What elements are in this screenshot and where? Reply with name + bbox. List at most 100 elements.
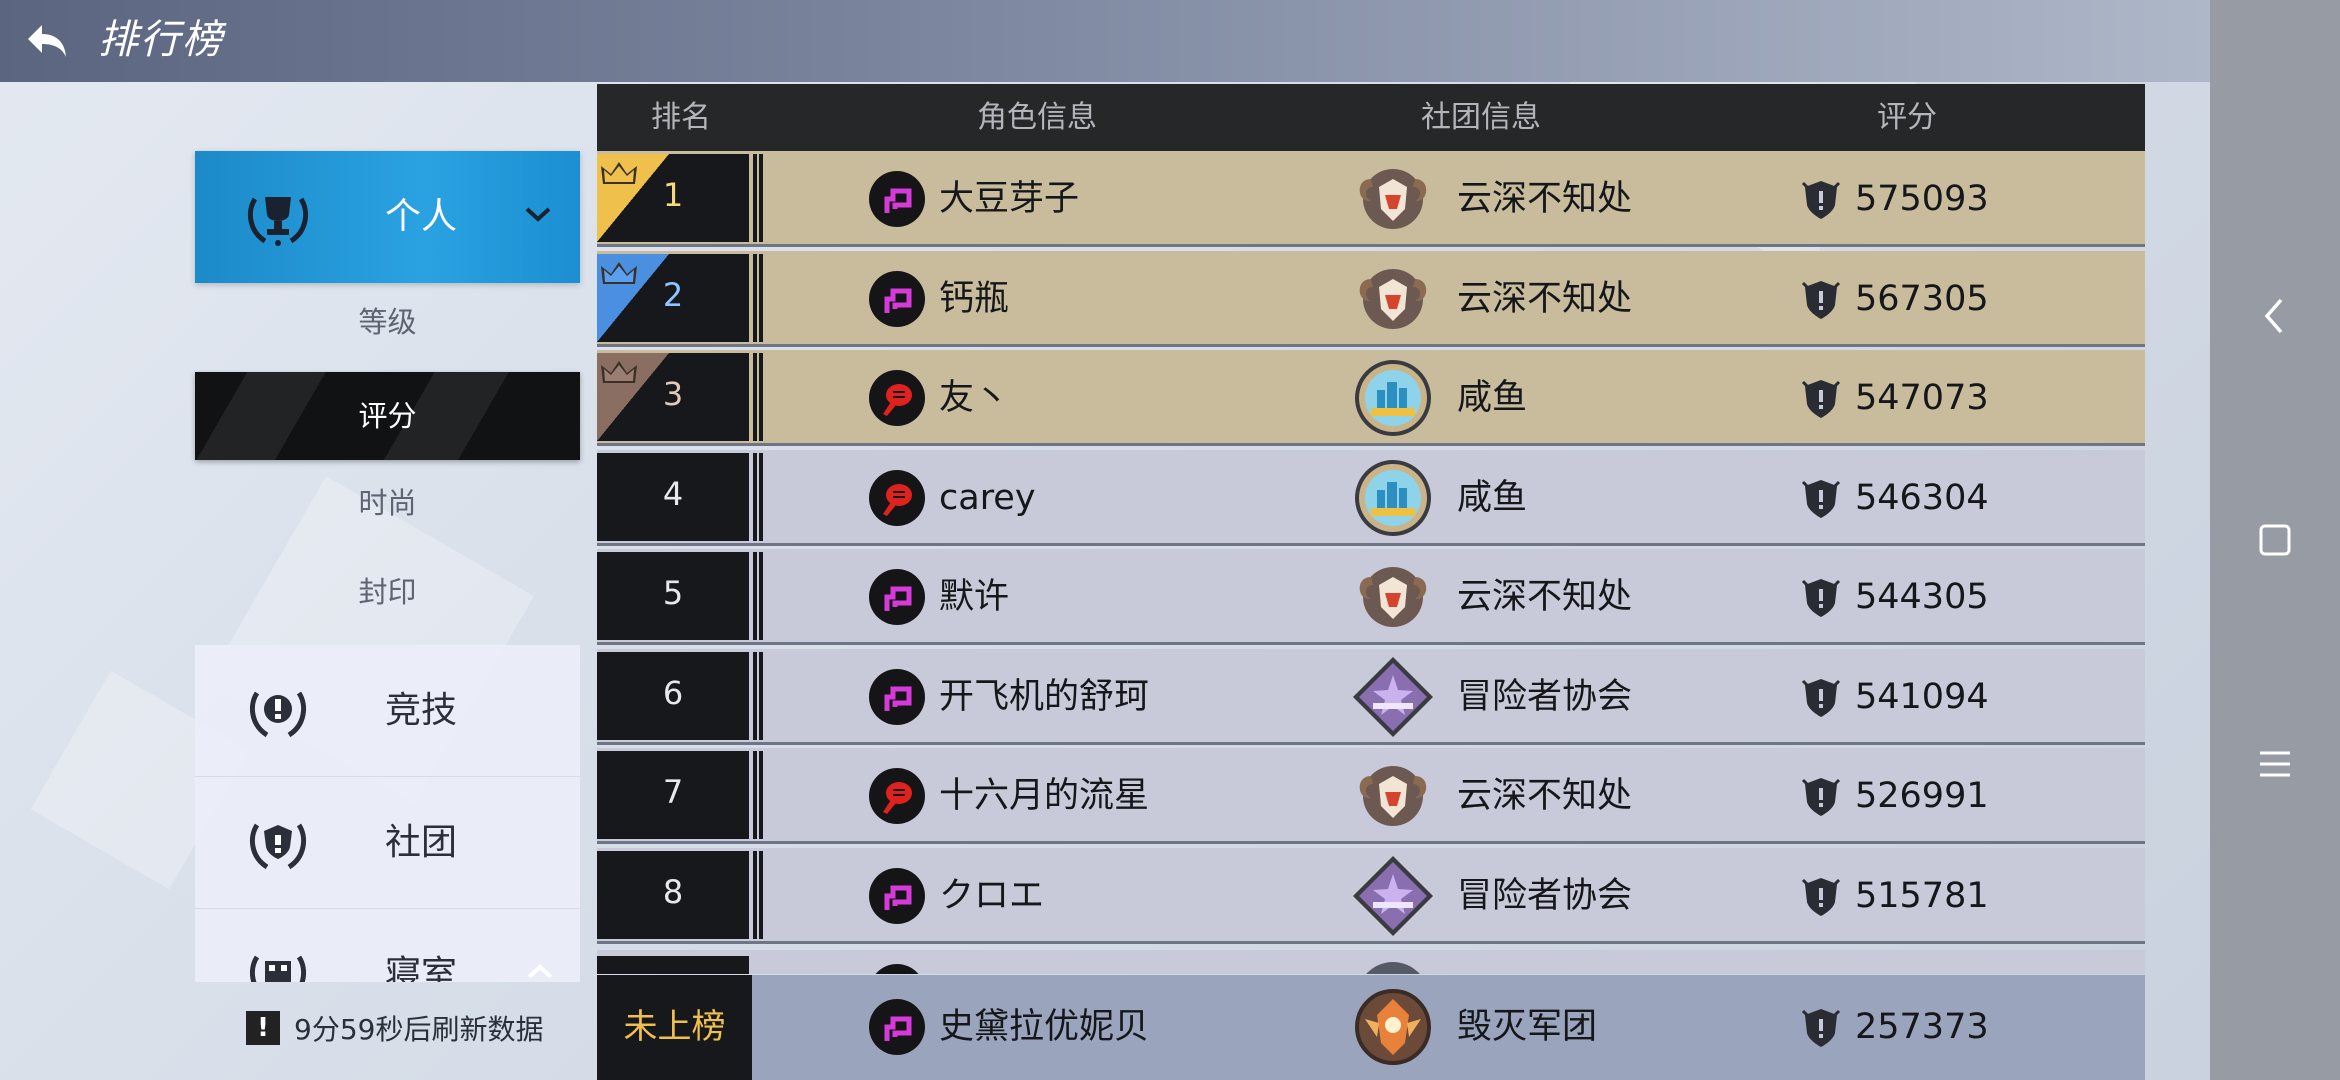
back-button[interactable] [14, 8, 80, 74]
menu-arena-label: 竞技 [385, 690, 458, 731]
score-value: 567305 [1855, 279, 1989, 319]
crown-icon [601, 162, 637, 184]
player-name: carey [939, 478, 1036, 518]
score-value: 544305 [1855, 577, 1989, 617]
score-shield-icon [1801, 281, 1841, 319]
player-name: 开飞机的舒珂 [939, 677, 1150, 717]
ranking-row[interactable]: 5 默许 云深不知处 544305 [597, 549, 2145, 645]
class-icon [869, 669, 925, 725]
guild-name: 云深不知处 [1457, 279, 1633, 319]
table-header: 排名 角色信息 社团信息 评分 [597, 84, 2145, 151]
player-name: 友丶 [939, 378, 1010, 418]
guild-name: 咸鱼 [1457, 478, 1528, 518]
header-role: 角色信息 [977, 100, 1097, 135]
menu-dorm-label: 寝室 [385, 954, 458, 982]
rank-number: 5 [597, 552, 763, 640]
nav-back-icon [2264, 298, 2283, 334]
dorm-laurel-icon [249, 955, 307, 982]
guild-emblem-icon [1355, 360, 1431, 436]
rank-number: 8 [597, 851, 763, 939]
nav-menu-button[interactable] [2210, 704, 2340, 824]
menu-guild[interactable]: 社团 [195, 777, 580, 909]
rank-number: 4 [597, 453, 763, 541]
score-value: 515781 [1855, 876, 1989, 916]
ranking-list-overflow [597, 950, 2145, 974]
ranking-row[interactable]: 7 十六月的流星 云深不知处 526991 [597, 748, 2145, 844]
guild-name: 冒险者协会 [1457, 677, 1633, 717]
guild-emblem-icon [1353, 856, 1433, 936]
score-shield-icon [1801, 380, 1841, 418]
player-name: 大豆芽子 [939, 179, 1080, 219]
guild-emblem-icon [1355, 460, 1431, 536]
class-icon [869, 569, 925, 625]
sub-item-fashion[interactable]: 时尚 [195, 459, 580, 547]
magenta-class-icon [884, 188, 912, 213]
ranking-row[interactable]: 3 友丶 咸鱼 547073 [597, 350, 2145, 446]
laurel-exclaim-icon [249, 691, 307, 738]
ranking-row[interactable]: 8 クロエ 冒险者协会 515781 [597, 848, 2145, 944]
sub-item-score[interactable]: 评分 [195, 372, 580, 460]
rank-number: 7 [597, 751, 763, 839]
guild-emblem-icon [1359, 567, 1427, 627]
trophy-laurel-icon [247, 197, 309, 246]
class-icon [869, 868, 925, 924]
shield-laurel-icon [249, 823, 307, 870]
ranking-row[interactable]: 1 大豆芽子 云深不知处 575093 [597, 151, 2145, 247]
guild-emblem-icon [1359, 269, 1427, 329]
menu-personal-label: 个人 [385, 196, 458, 237]
sub-item-level[interactable]: 等级 [195, 278, 580, 366]
ranking-row[interactable]: 4 carey 咸鱼 546304 [597, 450, 2145, 546]
ranking-row[interactable]: 6 开飞机的舒珂 冒险者协会 541094 [597, 649, 2145, 745]
page-title: 排行榜 [98, 17, 224, 63]
red-class-icon [883, 782, 912, 814]
score-value: 541094 [1855, 677, 1989, 717]
header-rank: 排名 [651, 100, 711, 135]
class-icon [869, 470, 925, 526]
class-icon [869, 271, 925, 327]
guild-name: 冒险者协会 [1457, 876, 1633, 916]
menu-dorm[interactable]: 寝室 [195, 909, 580, 982]
guild-name: 云深不知处 [1457, 179, 1633, 219]
nav-recents-button[interactable] [2210, 480, 2340, 600]
rank-medal-corner [597, 353, 669, 441]
rank-number: 6 [597, 652, 763, 740]
my-rank-row[interactable]: 未上榜 史黛拉优妮贝 毁灭军团 257373 [597, 975, 2145, 1080]
guild-name: 云深不知处 [1457, 776, 1633, 816]
my-score: 257373 [1855, 1007, 1989, 1047]
sub-item-seal[interactable]: 封印 [195, 548, 580, 636]
magenta-class-icon [884, 686, 912, 711]
warning-icon: ! [246, 1011, 280, 1045]
score-shield-icon [1801, 579, 1841, 617]
my-guild-name: 毁灭军团 [1457, 1007, 1598, 1047]
refresh-text: 9分59秒后刷新数据 [294, 1013, 544, 1046]
score-shield-icon [1801, 480, 1841, 518]
class-icon [869, 370, 925, 426]
score-shield-icon [1801, 181, 1841, 219]
score-shield-icon [1801, 878, 1841, 916]
menu-personal[interactable]: 个人 [195, 151, 580, 283]
category-list[interactable]: 竞技 社团 寝室 [195, 645, 580, 982]
top-bar: 排行榜 [0, 0, 2316, 82]
my-player-name: 史黛拉优妮贝 [939, 1007, 1150, 1047]
ranking-row[interactable]: 2 钙瓶 云深不知处 567305 [597, 251, 2145, 347]
score-value: 547073 [1855, 378, 1989, 418]
system-nav-bar [2210, 0, 2340, 1080]
refresh-notice: ! 9分59秒后刷新数据 [246, 1008, 543, 1048]
menu-arena[interactable]: 竞技 [195, 645, 580, 777]
magenta-class-icon [884, 288, 912, 313]
magenta-class-icon [884, 1016, 912, 1041]
score-shield-icon [1801, 679, 1841, 717]
guild-name: 咸鱼 [1457, 378, 1528, 418]
red-class-icon [883, 484, 912, 516]
player-name: クロエ [939, 876, 1045, 916]
nav-back-button[interactable] [2210, 256, 2340, 376]
red-class-icon [883, 384, 912, 416]
nav-menu-icon [2260, 751, 2290, 777]
guild-emblem-icon [1353, 657, 1433, 737]
chevron-up-icon[interactable] [525, 960, 555, 982]
guild-name: 云深不知处 [1457, 577, 1633, 617]
header-score: 评分 [1877, 100, 1937, 135]
score-value: 546304 [1855, 478, 1989, 518]
guild-emblem-icon [1359, 169, 1427, 229]
score-value: 526991 [1855, 776, 1989, 816]
